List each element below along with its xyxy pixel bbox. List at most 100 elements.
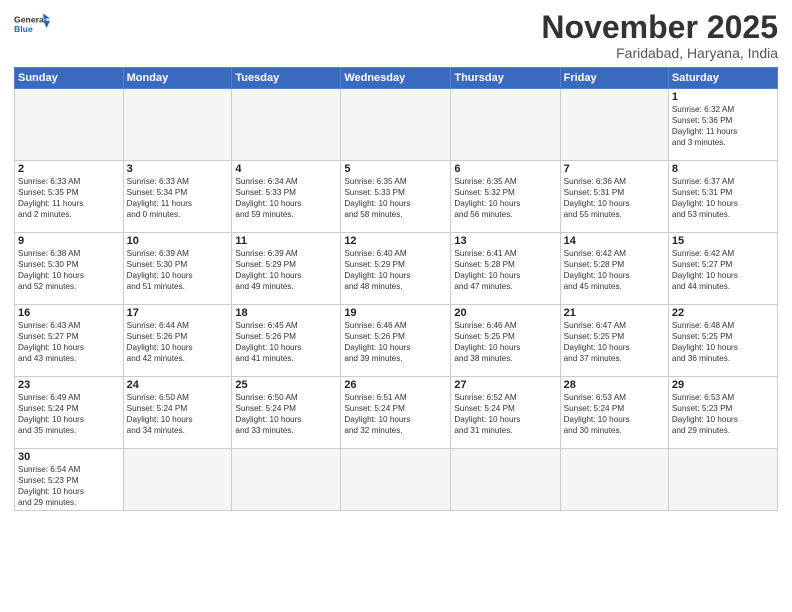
day-info: Sunrise: 6:39 AM Sunset: 5:29 PM Dayligh… <box>235 248 337 292</box>
day-info: Sunrise: 6:40 AM Sunset: 5:29 PM Dayligh… <box>344 248 447 292</box>
table-row <box>668 449 777 511</box>
day-info: Sunrise: 6:44 AM Sunset: 5:26 PM Dayligh… <box>127 320 229 364</box>
day-number: 7 <box>564 163 665 175</box>
header: GeneralBlue November 2025 Faridabad, Har… <box>14 10 778 61</box>
table-row: 15Sunrise: 6:42 AM Sunset: 5:27 PM Dayli… <box>668 233 777 305</box>
day-number: 8 <box>672 163 774 175</box>
svg-text:Blue: Blue <box>14 24 33 34</box>
day-number: 26 <box>344 379 447 391</box>
table-row: 14Sunrise: 6:42 AM Sunset: 5:28 PM Dayli… <box>560 233 668 305</box>
month-title: November 2025 <box>541 10 778 45</box>
day-info: Sunrise: 6:47 AM Sunset: 5:25 PM Dayligh… <box>564 320 665 364</box>
table-row: 19Sunrise: 6:46 AM Sunset: 5:26 PM Dayli… <box>341 305 451 377</box>
day-info: Sunrise: 6:45 AM Sunset: 5:26 PM Dayligh… <box>235 320 337 364</box>
day-number: 12 <box>344 235 447 247</box>
day-info: Sunrise: 6:53 AM Sunset: 5:24 PM Dayligh… <box>564 392 665 436</box>
table-row: 13Sunrise: 6:41 AM Sunset: 5:28 PM Dayli… <box>451 233 560 305</box>
header-sunday: Sunday <box>15 68 124 89</box>
table-row <box>123 449 232 511</box>
table-row: 28Sunrise: 6:53 AM Sunset: 5:24 PM Dayli… <box>560 377 668 449</box>
table-row <box>15 89 124 161</box>
day-info: Sunrise: 6:48 AM Sunset: 5:25 PM Dayligh… <box>672 320 774 364</box>
day-info: Sunrise: 6:46 AM Sunset: 5:26 PM Dayligh… <box>344 320 447 364</box>
day-number: 27 <box>454 379 556 391</box>
day-info: Sunrise: 6:33 AM Sunset: 5:35 PM Dayligh… <box>18 176 120 220</box>
header-monday: Monday <box>123 68 232 89</box>
day-info: Sunrise: 6:42 AM Sunset: 5:27 PM Dayligh… <box>672 248 774 292</box>
table-row: 21Sunrise: 6:47 AM Sunset: 5:25 PM Dayli… <box>560 305 668 377</box>
table-row: 7Sunrise: 6:36 AM Sunset: 5:31 PM Daylig… <box>560 161 668 233</box>
table-row: 22Sunrise: 6:48 AM Sunset: 5:25 PM Dayli… <box>668 305 777 377</box>
header-thursday: Thursday <box>451 68 560 89</box>
table-row <box>560 449 668 511</box>
day-info: Sunrise: 6:49 AM Sunset: 5:24 PM Dayligh… <box>18 392 120 436</box>
table-row: 18Sunrise: 6:45 AM Sunset: 5:26 PM Dayli… <box>232 305 341 377</box>
table-row: 6Sunrise: 6:35 AM Sunset: 5:32 PM Daylig… <box>451 161 560 233</box>
day-info: Sunrise: 6:51 AM Sunset: 5:24 PM Dayligh… <box>344 392 447 436</box>
table-row: 25Sunrise: 6:50 AM Sunset: 5:24 PM Dayli… <box>232 377 341 449</box>
calendar-table: Sunday Monday Tuesday Wednesday Thursday… <box>14 67 778 511</box>
calendar-week-row: 2Sunrise: 6:33 AM Sunset: 5:35 PM Daylig… <box>15 161 778 233</box>
day-number: 29 <box>672 379 774 391</box>
header-tuesday: Tuesday <box>232 68 341 89</box>
day-info: Sunrise: 6:42 AM Sunset: 5:28 PM Dayligh… <box>564 248 665 292</box>
day-number: 3 <box>127 163 229 175</box>
day-number: 14 <box>564 235 665 247</box>
day-number: 19 <box>344 307 447 319</box>
day-number: 25 <box>235 379 337 391</box>
day-number: 28 <box>564 379 665 391</box>
day-number: 4 <box>235 163 337 175</box>
table-row: 2Sunrise: 6:33 AM Sunset: 5:35 PM Daylig… <box>15 161 124 233</box>
title-block: November 2025 Faridabad, Haryana, India <box>541 10 778 61</box>
day-number: 11 <box>235 235 337 247</box>
table-row <box>451 89 560 161</box>
day-info: Sunrise: 6:50 AM Sunset: 5:24 PM Dayligh… <box>235 392 337 436</box>
day-info: Sunrise: 6:36 AM Sunset: 5:31 PM Dayligh… <box>564 176 665 220</box>
day-number: 15 <box>672 235 774 247</box>
day-number: 2 <box>18 163 120 175</box>
day-number: 5 <box>344 163 447 175</box>
day-number: 10 <box>127 235 229 247</box>
table-row: 10Sunrise: 6:39 AM Sunset: 5:30 PM Dayli… <box>123 233 232 305</box>
table-row: 16Sunrise: 6:43 AM Sunset: 5:27 PM Dayli… <box>15 305 124 377</box>
page: GeneralBlue November 2025 Faridabad, Har… <box>0 0 792 612</box>
table-row: 1Sunrise: 6:32 AM Sunset: 5:36 PM Daylig… <box>668 89 777 161</box>
table-row: 29Sunrise: 6:53 AM Sunset: 5:23 PM Dayli… <box>668 377 777 449</box>
calendar-header-row: Sunday Monday Tuesday Wednesday Thursday… <box>15 68 778 89</box>
table-row: 20Sunrise: 6:46 AM Sunset: 5:25 PM Dayli… <box>451 305 560 377</box>
table-row <box>451 449 560 511</box>
header-saturday: Saturday <box>668 68 777 89</box>
table-row: 23Sunrise: 6:49 AM Sunset: 5:24 PM Dayli… <box>15 377 124 449</box>
table-row: 9Sunrise: 6:38 AM Sunset: 5:30 PM Daylig… <box>15 233 124 305</box>
table-row: 11Sunrise: 6:39 AM Sunset: 5:29 PM Dayli… <box>232 233 341 305</box>
day-number: 1 <box>672 91 774 103</box>
day-info: Sunrise: 6:38 AM Sunset: 5:30 PM Dayligh… <box>18 248 120 292</box>
calendar-week-row: 1Sunrise: 6:32 AM Sunset: 5:36 PM Daylig… <box>15 89 778 161</box>
table-row: 30Sunrise: 6:54 AM Sunset: 5:23 PM Dayli… <box>15 449 124 511</box>
subtitle: Faridabad, Haryana, India <box>541 45 778 61</box>
day-number: 30 <box>18 451 120 463</box>
day-info: Sunrise: 6:53 AM Sunset: 5:23 PM Dayligh… <box>672 392 774 436</box>
day-info: Sunrise: 6:46 AM Sunset: 5:25 PM Dayligh… <box>454 320 556 364</box>
table-row: 26Sunrise: 6:51 AM Sunset: 5:24 PM Dayli… <box>341 377 451 449</box>
table-row: 12Sunrise: 6:40 AM Sunset: 5:29 PM Dayli… <box>341 233 451 305</box>
table-row <box>232 89 341 161</box>
table-row <box>232 449 341 511</box>
logo-icon: GeneralBlue <box>14 10 50 38</box>
day-info: Sunrise: 6:35 AM Sunset: 5:32 PM Dayligh… <box>454 176 556 220</box>
day-info: Sunrise: 6:43 AM Sunset: 5:27 PM Dayligh… <box>18 320 120 364</box>
day-number: 16 <box>18 307 120 319</box>
day-info: Sunrise: 6:39 AM Sunset: 5:30 PM Dayligh… <box>127 248 229 292</box>
day-number: 17 <box>127 307 229 319</box>
day-info: Sunrise: 6:52 AM Sunset: 5:24 PM Dayligh… <box>454 392 556 436</box>
day-info: Sunrise: 6:54 AM Sunset: 5:23 PM Dayligh… <box>18 464 120 508</box>
day-number: 24 <box>127 379 229 391</box>
table-row: 4Sunrise: 6:34 AM Sunset: 5:33 PM Daylig… <box>232 161 341 233</box>
table-row <box>123 89 232 161</box>
header-friday: Friday <box>560 68 668 89</box>
table-row: 5Sunrise: 6:35 AM Sunset: 5:33 PM Daylig… <box>341 161 451 233</box>
day-number: 18 <box>235 307 337 319</box>
day-info: Sunrise: 6:33 AM Sunset: 5:34 PM Dayligh… <box>127 176 229 220</box>
table-row: 17Sunrise: 6:44 AM Sunset: 5:26 PM Dayli… <box>123 305 232 377</box>
day-info: Sunrise: 6:32 AM Sunset: 5:36 PM Dayligh… <box>672 104 774 148</box>
